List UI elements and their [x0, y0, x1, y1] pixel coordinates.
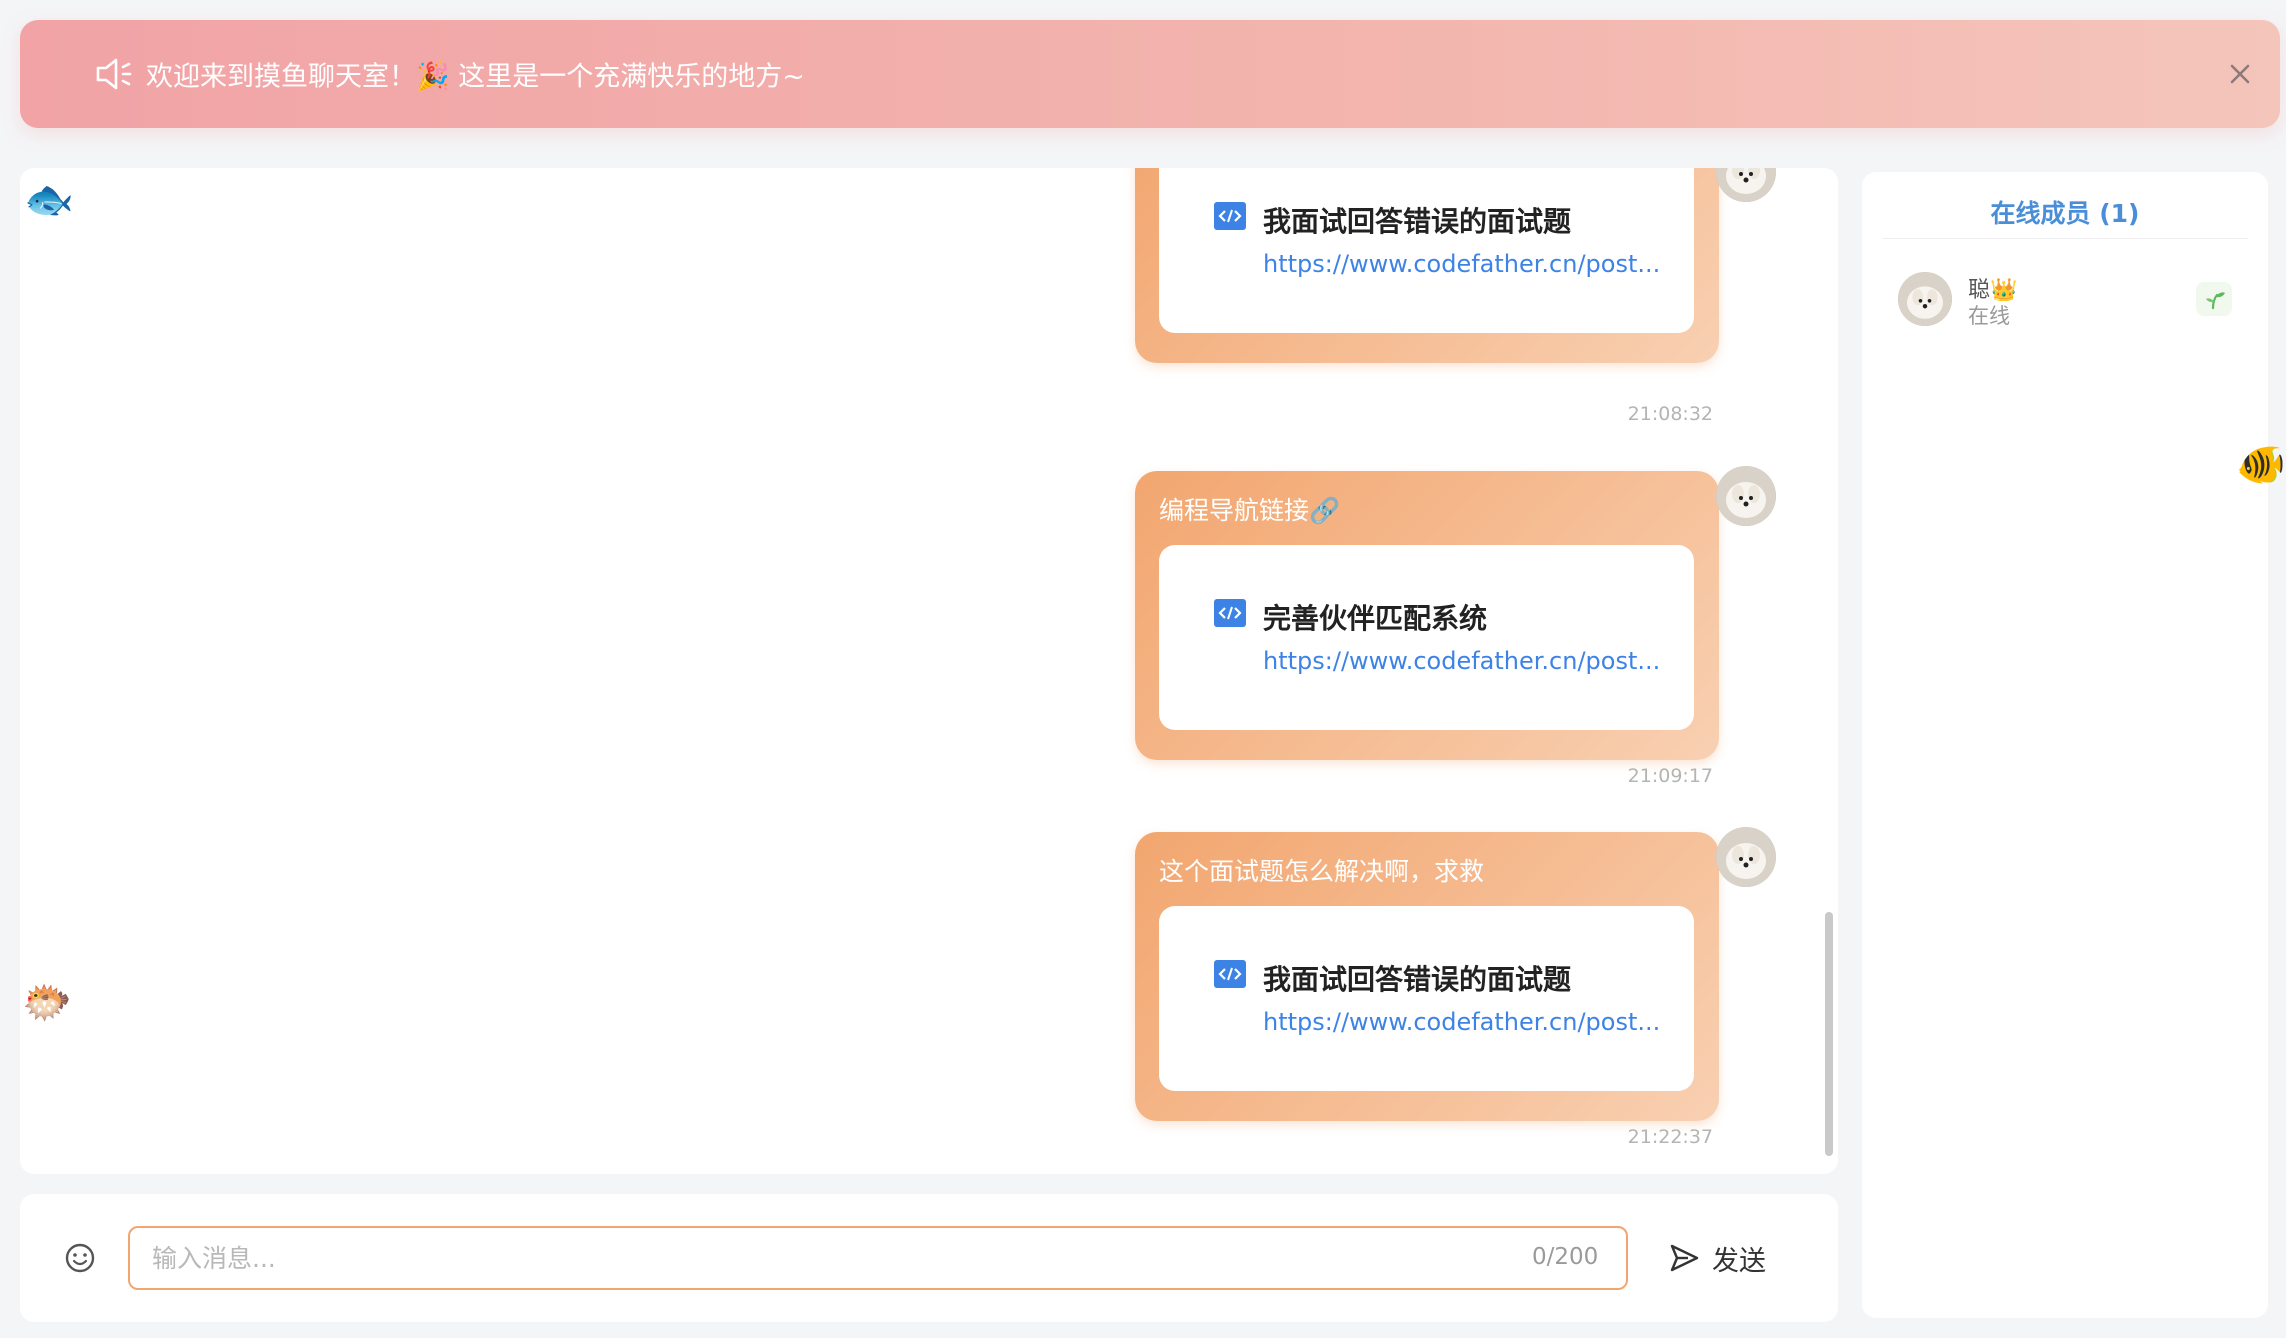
message-bubble: 我面试回答错误的面试题 https://www.codefather.cn/po…: [1135, 168, 1719, 363]
chat-message: 编程导航链接🔗 完善伙伴匹配系统 https://www.codefather.…: [1135, 471, 1719, 787]
sprout-icon: [2196, 282, 2232, 316]
link-card[interactable]: 我面试回答错误的面试题 https://www.codefather.cn/po…: [1159, 168, 1694, 333]
send-icon: [1670, 1244, 1699, 1272]
send-label: 发送: [1712, 1245, 1766, 1277]
members-title: 在线成员 (1): [1990, 199, 2140, 228]
message-text: 这个面试题怎么解决啊，求救: [1159, 857, 1485, 886]
message-time: 21:22:37: [1627, 1126, 1713, 1148]
announcement-text: 欢迎来到摸鱼聊天室！🎉 这里是一个充满快乐的地方~: [146, 61, 805, 93]
smiley-icon[interactable]: [52, 1230, 108, 1286]
send-button[interactable]: 发送: [1668, 1228, 1788, 1288]
message-time: 21:09:17: [1627, 765, 1713, 787]
chat-scrollbar[interactable]: [1825, 912, 1833, 1156]
speaker-icon: [96, 58, 132, 90]
avatar[interactable]: [1716, 827, 1776, 887]
message-text: 编程导航链接🔗: [1159, 496, 1341, 525]
link-card-url[interactable]: https://www.codefather.cn/post...: [1263, 1008, 1660, 1036]
divider: [1882, 238, 2248, 239]
link-card[interactable]: 完善伙伴匹配系统 https://www.codefather.cn/post.…: [1159, 545, 1694, 730]
code-icon: [1214, 599, 1246, 627]
message-list[interactable]: 🐟 🐡 我面试回答错误的面试题 https://www.codefather.c…: [20, 168, 1838, 1174]
avatar[interactable]: [1716, 168, 1776, 202]
link-card-title: 我面试回答错误的面试题: [1263, 963, 1572, 996]
code-icon: [1214, 202, 1246, 230]
avatar[interactable]: [1898, 272, 1952, 326]
message-time: 21:08:32: [1627, 403, 1713, 425]
link-card[interactable]: 我面试回答错误的面试题 https://www.codefather.cn/po…: [1159, 906, 1694, 1091]
close-icon[interactable]: [2222, 56, 2258, 92]
avatar[interactable]: [1716, 466, 1776, 526]
chat-message: 这个面试题怎么解决啊，求救 我面试回答错误的面试题 https://www.co…: [1135, 832, 1719, 1148]
char-counter: 0/200: [1532, 1244, 1599, 1270]
fish-decoration: 🐟: [24, 177, 74, 223]
link-card-url[interactable]: https://www.codefather.cn/post...: [1263, 647, 1660, 675]
member-item[interactable]: 聪👑 在线: [1898, 272, 2238, 332]
online-members-panel: 在线成员 (1) 聪👑 在线: [1862, 172, 2268, 1318]
link-card-title: 完善伙伴匹配系统: [1263, 602, 1488, 635]
message-bubble: 编程导航链接🔗 完善伙伴匹配系统 https://www.codefather.…: [1135, 471, 1719, 760]
tropical-fish-decoration: 🐠: [2236, 442, 2286, 488]
link-card-title: 我面试回答错误的面试题: [1263, 205, 1572, 238]
chat-room-page: 欢迎来到摸鱼聊天室！🎉 这里是一个充满快乐的地方~ 🐟 🐡 我面试回答错误的面试…: [0, 0, 2286, 1338]
pufferfish-decoration: 🐡: [22, 980, 72, 1026]
message-input-bar: 0/200 发送: [20, 1194, 1838, 1322]
code-icon: [1214, 960, 1246, 988]
announcement-banner: 欢迎来到摸鱼聊天室！🎉 这里是一个充满快乐的地方~: [20, 20, 2280, 128]
link-card-url[interactable]: https://www.codefather.cn/post...: [1263, 250, 1660, 278]
chat-message: 我面试回答错误的面试题 https://www.codefather.cn/po…: [1135, 168, 1719, 425]
message-input[interactable]: [128, 1226, 1628, 1290]
message-bubble: 这个面试题怎么解决啊，求救 我面试回答错误的面试题 https://www.co…: [1135, 832, 1719, 1121]
member-status: 在线: [1968, 304, 2010, 328]
